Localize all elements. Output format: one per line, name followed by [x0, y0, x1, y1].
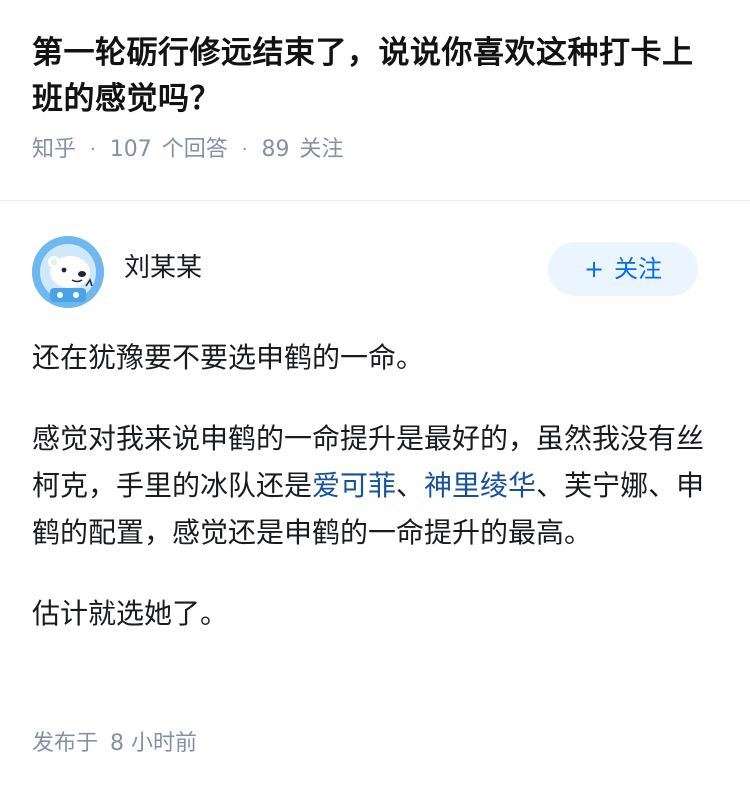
answer-count: 107 — [109, 137, 152, 162]
keyword-link-aikefei[interactable]: 爱可菲 — [312, 469, 396, 502]
header-divider — [0, 200, 750, 201]
answer-paragraph-3: 估计就选她了。 — [32, 597, 229, 630]
publish-label: 发布于 — [32, 731, 99, 756]
keyword-link-kamisato-ayaka[interactable]: 神里绫华 — [424, 469, 536, 502]
answer-text: 、 — [396, 469, 425, 502]
meta-separator: · — [90, 139, 96, 160]
answer-card: 刘某某 + 关注 还在犹豫要不要选申鹤的一命。 感觉对我来说申鹤的一命提升是最好的… — [32, 236, 718, 671]
source-label[interactable]: 知乎 — [32, 134, 76, 166]
publish-time-value: 8 小时前 — [110, 731, 198, 756]
publish-time: 发布于 8 小时前 — [32, 728, 197, 760]
answer-count-label: 个回答 — [161, 137, 228, 162]
question-header: 第一轮砺行修远结束了，说说你喜欢这种打卡上班的感觉吗？ 知乎 · 107 个回答… — [0, 0, 750, 170]
follow-label: 关注 — [614, 255, 663, 283]
polar-bear-astronaut-icon[interactable] — [32, 236, 104, 308]
question-meta: 知乎 · 107 个回答 · 89 关注 — [32, 134, 718, 166]
meta-separator: · — [241, 139, 248, 160]
answer-paragraph-2: 感觉对我来说申鹤的一命提升是最好的，虽然我没有丝柯克，手里的冰队还是爱可菲、神里… — [32, 415, 718, 556]
question-title[interactable]: 第一轮砺行修远结束了，说说你喜欢这种打卡上班的感觉吗？ — [32, 30, 718, 122]
author-name[interactable]: 刘某某 — [124, 250, 202, 286]
follower-count: 89 — [261, 137, 290, 162]
follower-count-label: 关注 — [299, 137, 344, 162]
answer-paragraph-1: 还在犹豫要不要选申鹤的一命。 — [32, 341, 425, 374]
answer-body: 还在犹豫要不要选申鹤的一命。 感觉对我来说申鹤的一命提升是最好的，虽然我没有丝柯… — [32, 334, 718, 637]
plus-icon: + — [583, 255, 605, 283]
author-row: 刘某某 + 关注 — [32, 236, 718, 308]
follow-button[interactable]: + 关注 — [548, 242, 698, 296]
